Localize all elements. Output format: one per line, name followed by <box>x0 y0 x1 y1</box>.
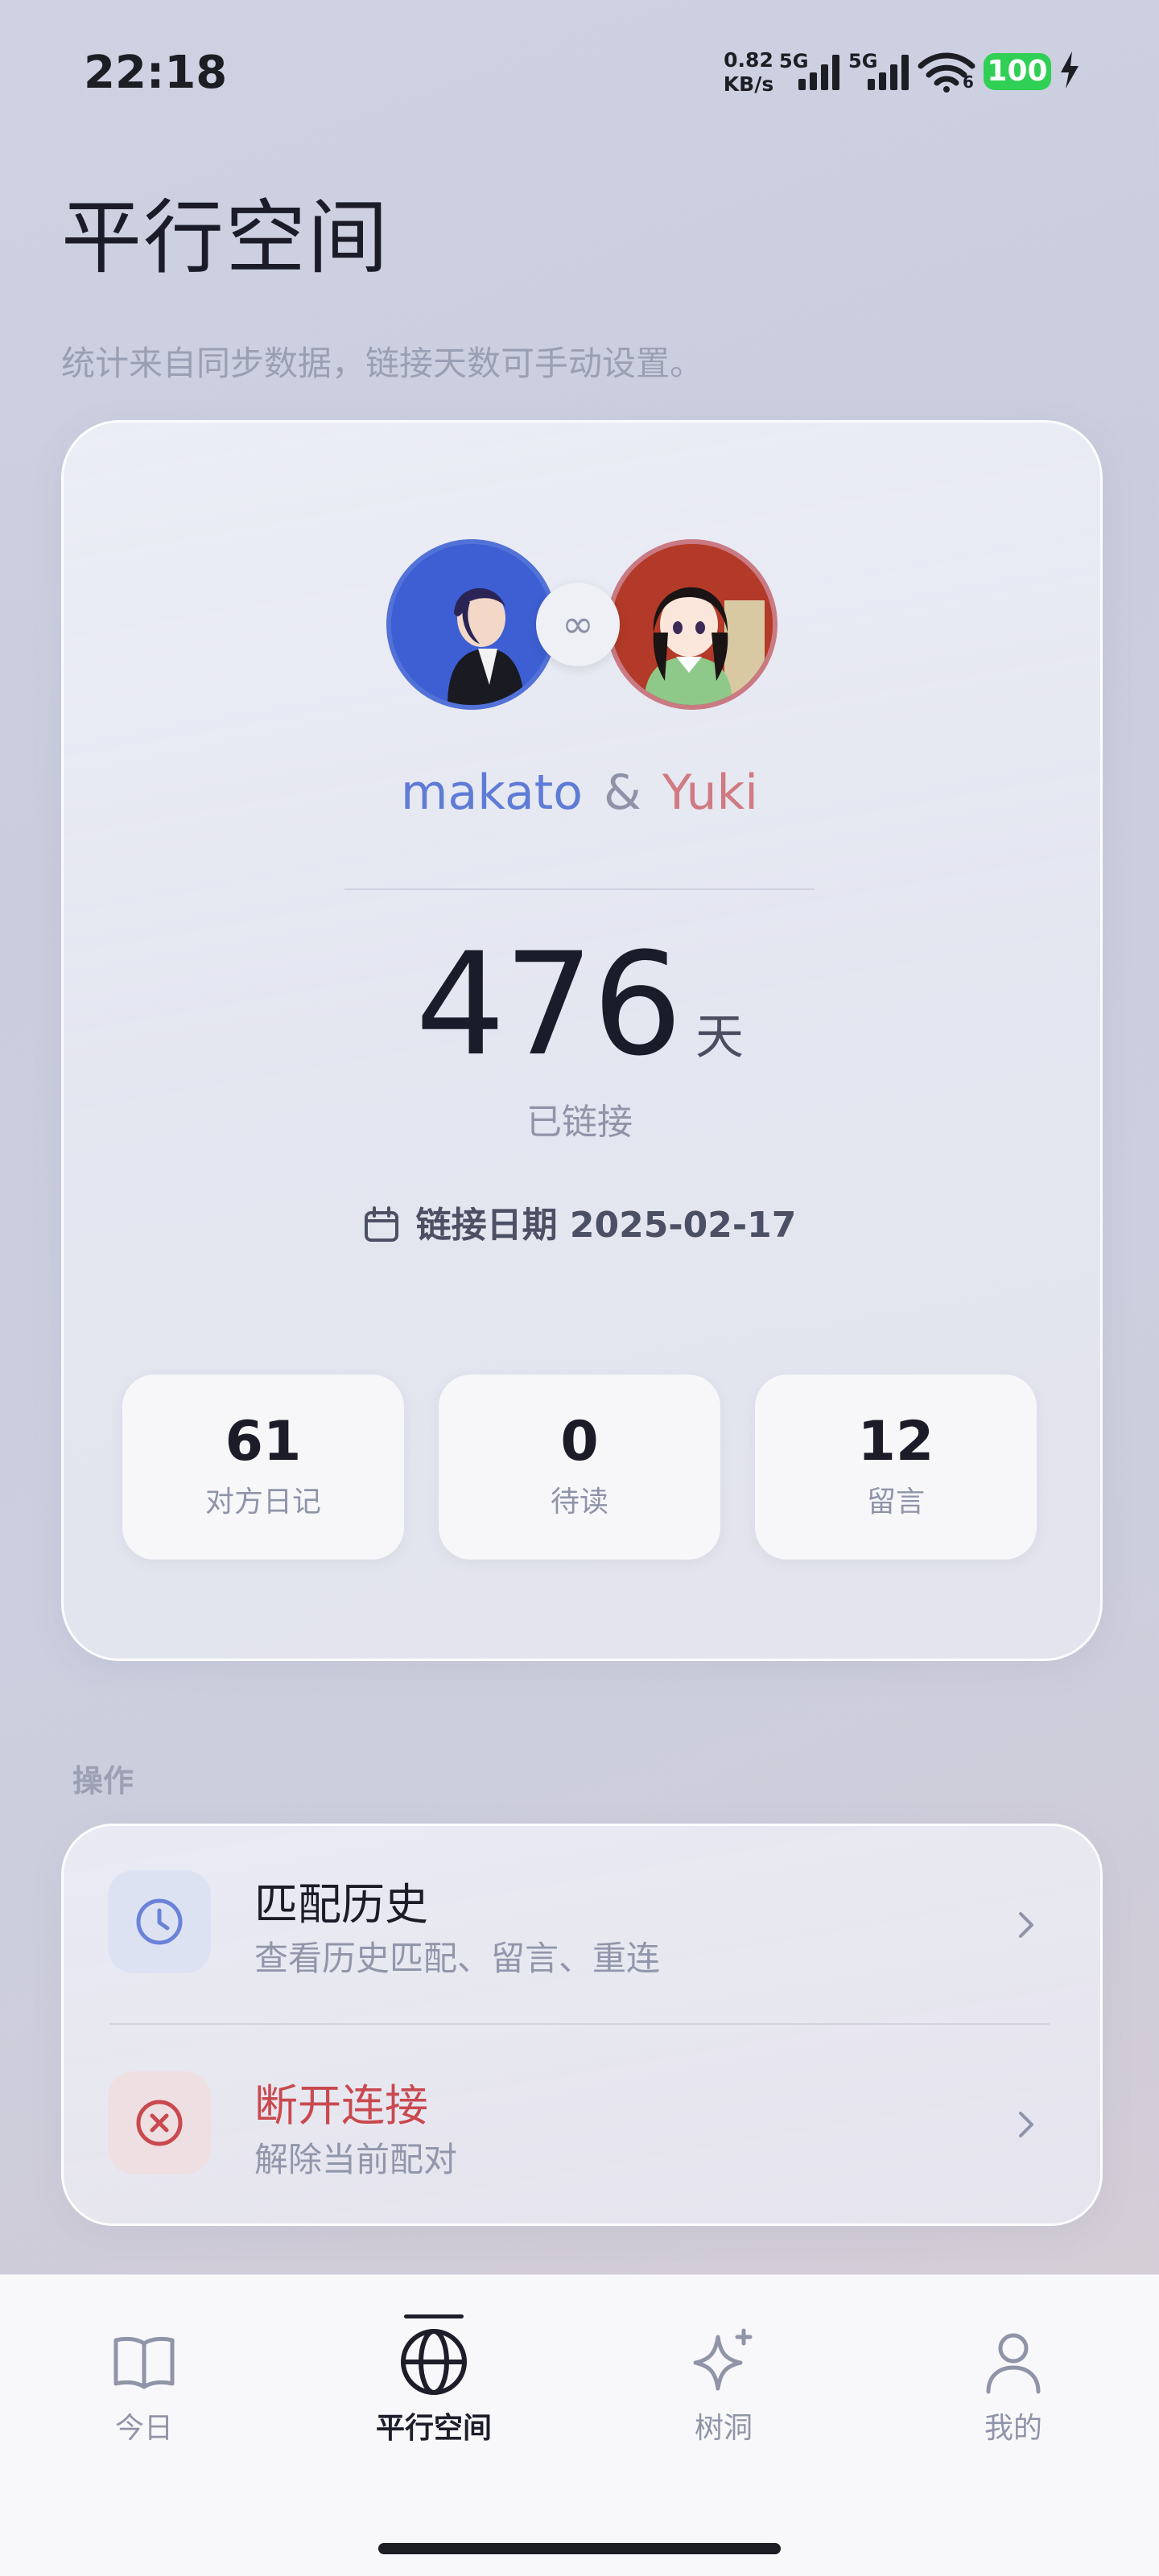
stat-unread[interactable]: 0 待读 <box>439 1375 720 1560</box>
match-history-subtitle: 查看历史匹配、留言、重连 <box>254 1939 661 1978</box>
days-label: 已链接 <box>526 1102 633 1143</box>
close-circle-icon <box>108 2071 211 2174</box>
globe-icon <box>401 2329 467 2395</box>
stat-label: 待读 <box>550 1486 608 1519</box>
days-value: 476 <box>415 922 683 1087</box>
link-date-label: 链接日期 2025-02-17 <box>415 1205 797 1246</box>
tab-tree-hole[interactable]: 树洞 <box>619 2326 828 2446</box>
network-speed-value: 0.82 <box>724 48 773 72</box>
battery-indicator: 100 <box>984 53 1051 90</box>
active-tab-indicator <box>404 2314 464 2318</box>
user-a-name: makato <box>401 765 583 821</box>
disconnect-title: 断开连接 <box>254 2080 428 2131</box>
tab-label: 今日 <box>114 2412 173 2445</box>
tab-today[interactable]: 今日 <box>39 2326 249 2446</box>
tab-label: 平行空间 <box>375 2412 492 2445</box>
tab-me[interactable]: 我的 <box>909 2326 1118 2446</box>
home-indicator[interactable] <box>378 2543 781 2554</box>
sparkle-icon <box>693 2328 753 2391</box>
chevron-right-icon <box>1014 1907 1038 1946</box>
days-counter: 476 天 <box>0 922 1159 1087</box>
network-speed: 0.82 KB/s <box>720 48 777 97</box>
status-time: 22:18 <box>84 47 228 99</box>
chevron-right-icon <box>1014 2107 1038 2145</box>
avatar-b-image <box>612 544 773 705</box>
tab-parallel-space[interactable]: 平行空间 <box>329 2326 538 2446</box>
user-b-name: Yuki <box>662 765 758 821</box>
stat-messages[interactable]: 12 留言 <box>755 1375 1037 1560</box>
wifi-icon: 6 <box>918 52 975 97</box>
tab-label: 我的 <box>984 2412 1042 2445</box>
page-title: 平行空间 <box>61 191 390 285</box>
stat-value: 12 <box>857 1410 934 1473</box>
stat-label: 对方日记 <box>204 1486 321 1519</box>
disconnect-subtitle: 解除当前配对 <box>254 2140 458 2179</box>
stat-label: 留言 <box>866 1486 925 1519</box>
charging-icon <box>1059 52 1080 92</box>
disconnect-row[interactable]: 断开连接 解除当前配对 <box>61 2025 1098 2221</box>
card-divider <box>344 888 815 890</box>
link-infinity-icon: ∞ <box>536 583 620 666</box>
network-speed-unit: KB/s <box>723 72 774 96</box>
page-subtitle: 统计来自同步数据，链接天数可手动设置。 <box>61 344 704 383</box>
book-icon <box>113 2336 175 2389</box>
stat-partner-diaries[interactable]: 61 对方日记 <box>122 1375 404 1560</box>
person-icon <box>986 2333 1041 2394</box>
avatar-a-image <box>391 544 552 705</box>
section-label-operations: 操作 <box>72 1763 134 1799</box>
tab-label: 树洞 <box>694 2412 753 2445</box>
days-unit: 天 <box>695 1009 744 1065</box>
couple-names: makato & Yuki <box>0 765 1159 821</box>
stat-value: 0 <box>560 1410 599 1473</box>
wifi-badge: 6 <box>963 72 974 92</box>
match-history-row[interactable]: 匹配历史 查看历史匹配、留言、重连 <box>61 1827 1098 2023</box>
calendar-icon <box>364 1206 398 1242</box>
names-separator: & <box>603 765 641 821</box>
avatar-user-a[interactable] <box>386 539 557 710</box>
clock-icon <box>108 1870 211 1973</box>
stat-value: 61 <box>225 1410 302 1473</box>
link-date-button[interactable]: 链接日期 2025-02-17 <box>0 1196 1159 1247</box>
avatar-user-b[interactable] <box>607 539 777 710</box>
match-history-title: 匹配历史 <box>254 1879 428 1930</box>
